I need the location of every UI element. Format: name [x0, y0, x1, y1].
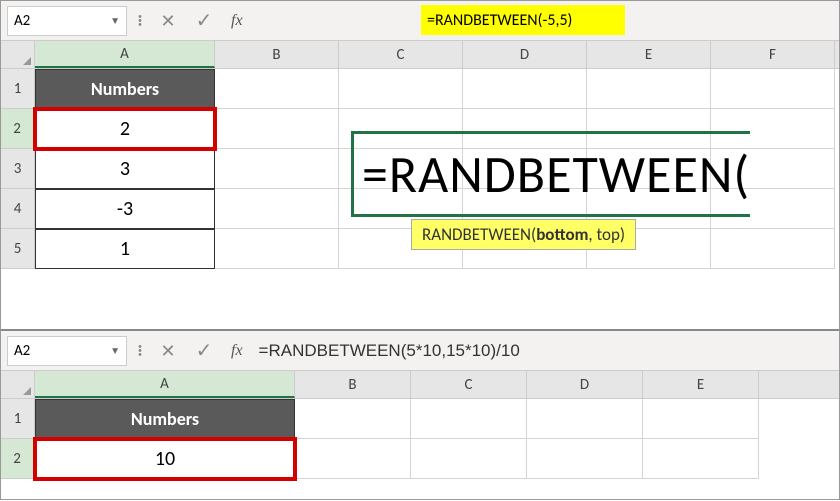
dropdown-icon[interactable]: ▼ — [110, 344, 120, 357]
formula-highlight: =RANDBETWEEN(-5,5) — [421, 5, 625, 35]
cell[interactable] — [411, 439, 527, 479]
name-box[interactable]: A2 ▼ — [7, 6, 127, 36]
cell[interactable] — [527, 439, 643, 479]
row-header-4[interactable]: 4 — [1, 189, 35, 229]
name-box[interactable]: A2 ▼ — [7, 336, 127, 366]
col-header-E[interactable]: E — [587, 41, 711, 68]
expander-icon[interactable]: ••• — [133, 6, 147, 36]
col-header-B[interactable]: B — [295, 371, 411, 398]
cell[interactable] — [295, 399, 411, 439]
row-header-3[interactable]: 3 — [1, 149, 35, 189]
col-header-C[interactable]: C — [339, 41, 463, 68]
header-cell-numbers[interactable]: Numbers — [35, 399, 295, 439]
enter-icon[interactable]: ✓ — [189, 336, 219, 366]
formula-bar: A2 ▼ ••• ✕ ✓ fx — [1, 331, 839, 371]
row-header-1[interactable]: 1 — [1, 399, 35, 439]
expander-icon[interactable]: ••• — [133, 336, 147, 366]
cell[interactable] — [643, 439, 759, 479]
column-headers: A B C D E — [1, 371, 839, 399]
name-box-value: A2 — [14, 12, 30, 30]
col-header-D[interactable]: D — [463, 41, 587, 68]
cancel-icon[interactable]: ✕ — [153, 6, 183, 36]
cell[interactable] — [215, 149, 339, 189]
cell[interactable] — [643, 399, 759, 439]
cell[interactable] — [295, 439, 411, 479]
col-header-C[interactable]: C — [411, 371, 527, 398]
fx-label[interactable]: fx — [225, 12, 249, 30]
cell[interactable] — [587, 69, 711, 109]
big-formula-overlay: =RANDBETWEEN( — [351, 131, 750, 217]
cell[interactable] — [215, 189, 339, 229]
formula-tooltip: RANDBETWEEN(bottom, top) — [411, 219, 636, 250]
cell[interactable] — [711, 69, 835, 109]
formula-input[interactable] — [255, 336, 833, 366]
dropdown-icon[interactable]: ▼ — [110, 14, 120, 27]
cell-A4[interactable]: -3 — [35, 189, 215, 229]
cell[interactable] — [527, 399, 643, 439]
cell[interactable] — [339, 69, 463, 109]
header-cell-numbers[interactable]: Numbers — [35, 69, 215, 109]
col-header-D[interactable]: D — [527, 371, 643, 398]
cell-A5[interactable]: 1 — [35, 229, 215, 269]
cell[interactable] — [215, 69, 339, 109]
row-header-2[interactable]: 2 — [1, 109, 35, 149]
col-header-B[interactable]: B — [215, 41, 339, 68]
col-header-E[interactable]: E — [643, 371, 759, 398]
row-header-1[interactable]: 1 — [1, 69, 35, 109]
name-box-value: A2 — [14, 342, 30, 360]
cell[interactable] — [463, 69, 587, 109]
cell[interactable] — [711, 229, 835, 269]
cell[interactable] — [215, 109, 339, 149]
col-header-F[interactable]: F — [711, 41, 835, 68]
cell[interactable] — [411, 399, 527, 439]
row-header-5[interactable]: 5 — [1, 229, 35, 269]
enter-icon[interactable]: ✓ — [189, 6, 219, 36]
cell[interactable] — [215, 229, 339, 269]
cell-A2[interactable]: 10 — [35, 439, 295, 479]
row-header-2[interactable]: 2 — [1, 439, 35, 479]
col-header-A[interactable]: A — [35, 41, 215, 68]
column-headers: A B C D E F — [1, 41, 839, 69]
formula-bar: A2 ▼ ••• ✕ ✓ fx =RANDBETWEEN(-5,5) — [1, 1, 839, 41]
cancel-icon[interactable]: ✕ — [153, 336, 183, 366]
fx-label[interactable]: fx — [225, 342, 249, 360]
cell-A3[interactable]: 3 — [35, 149, 215, 189]
cell-A2[interactable]: 2 — [35, 109, 215, 149]
select-all-corner[interactable] — [1, 371, 35, 398]
grid: 1 2 Numbers 10 — [1, 399, 839, 479]
select-all-corner[interactable] — [1, 41, 35, 68]
col-header-A[interactable]: A — [35, 371, 295, 398]
